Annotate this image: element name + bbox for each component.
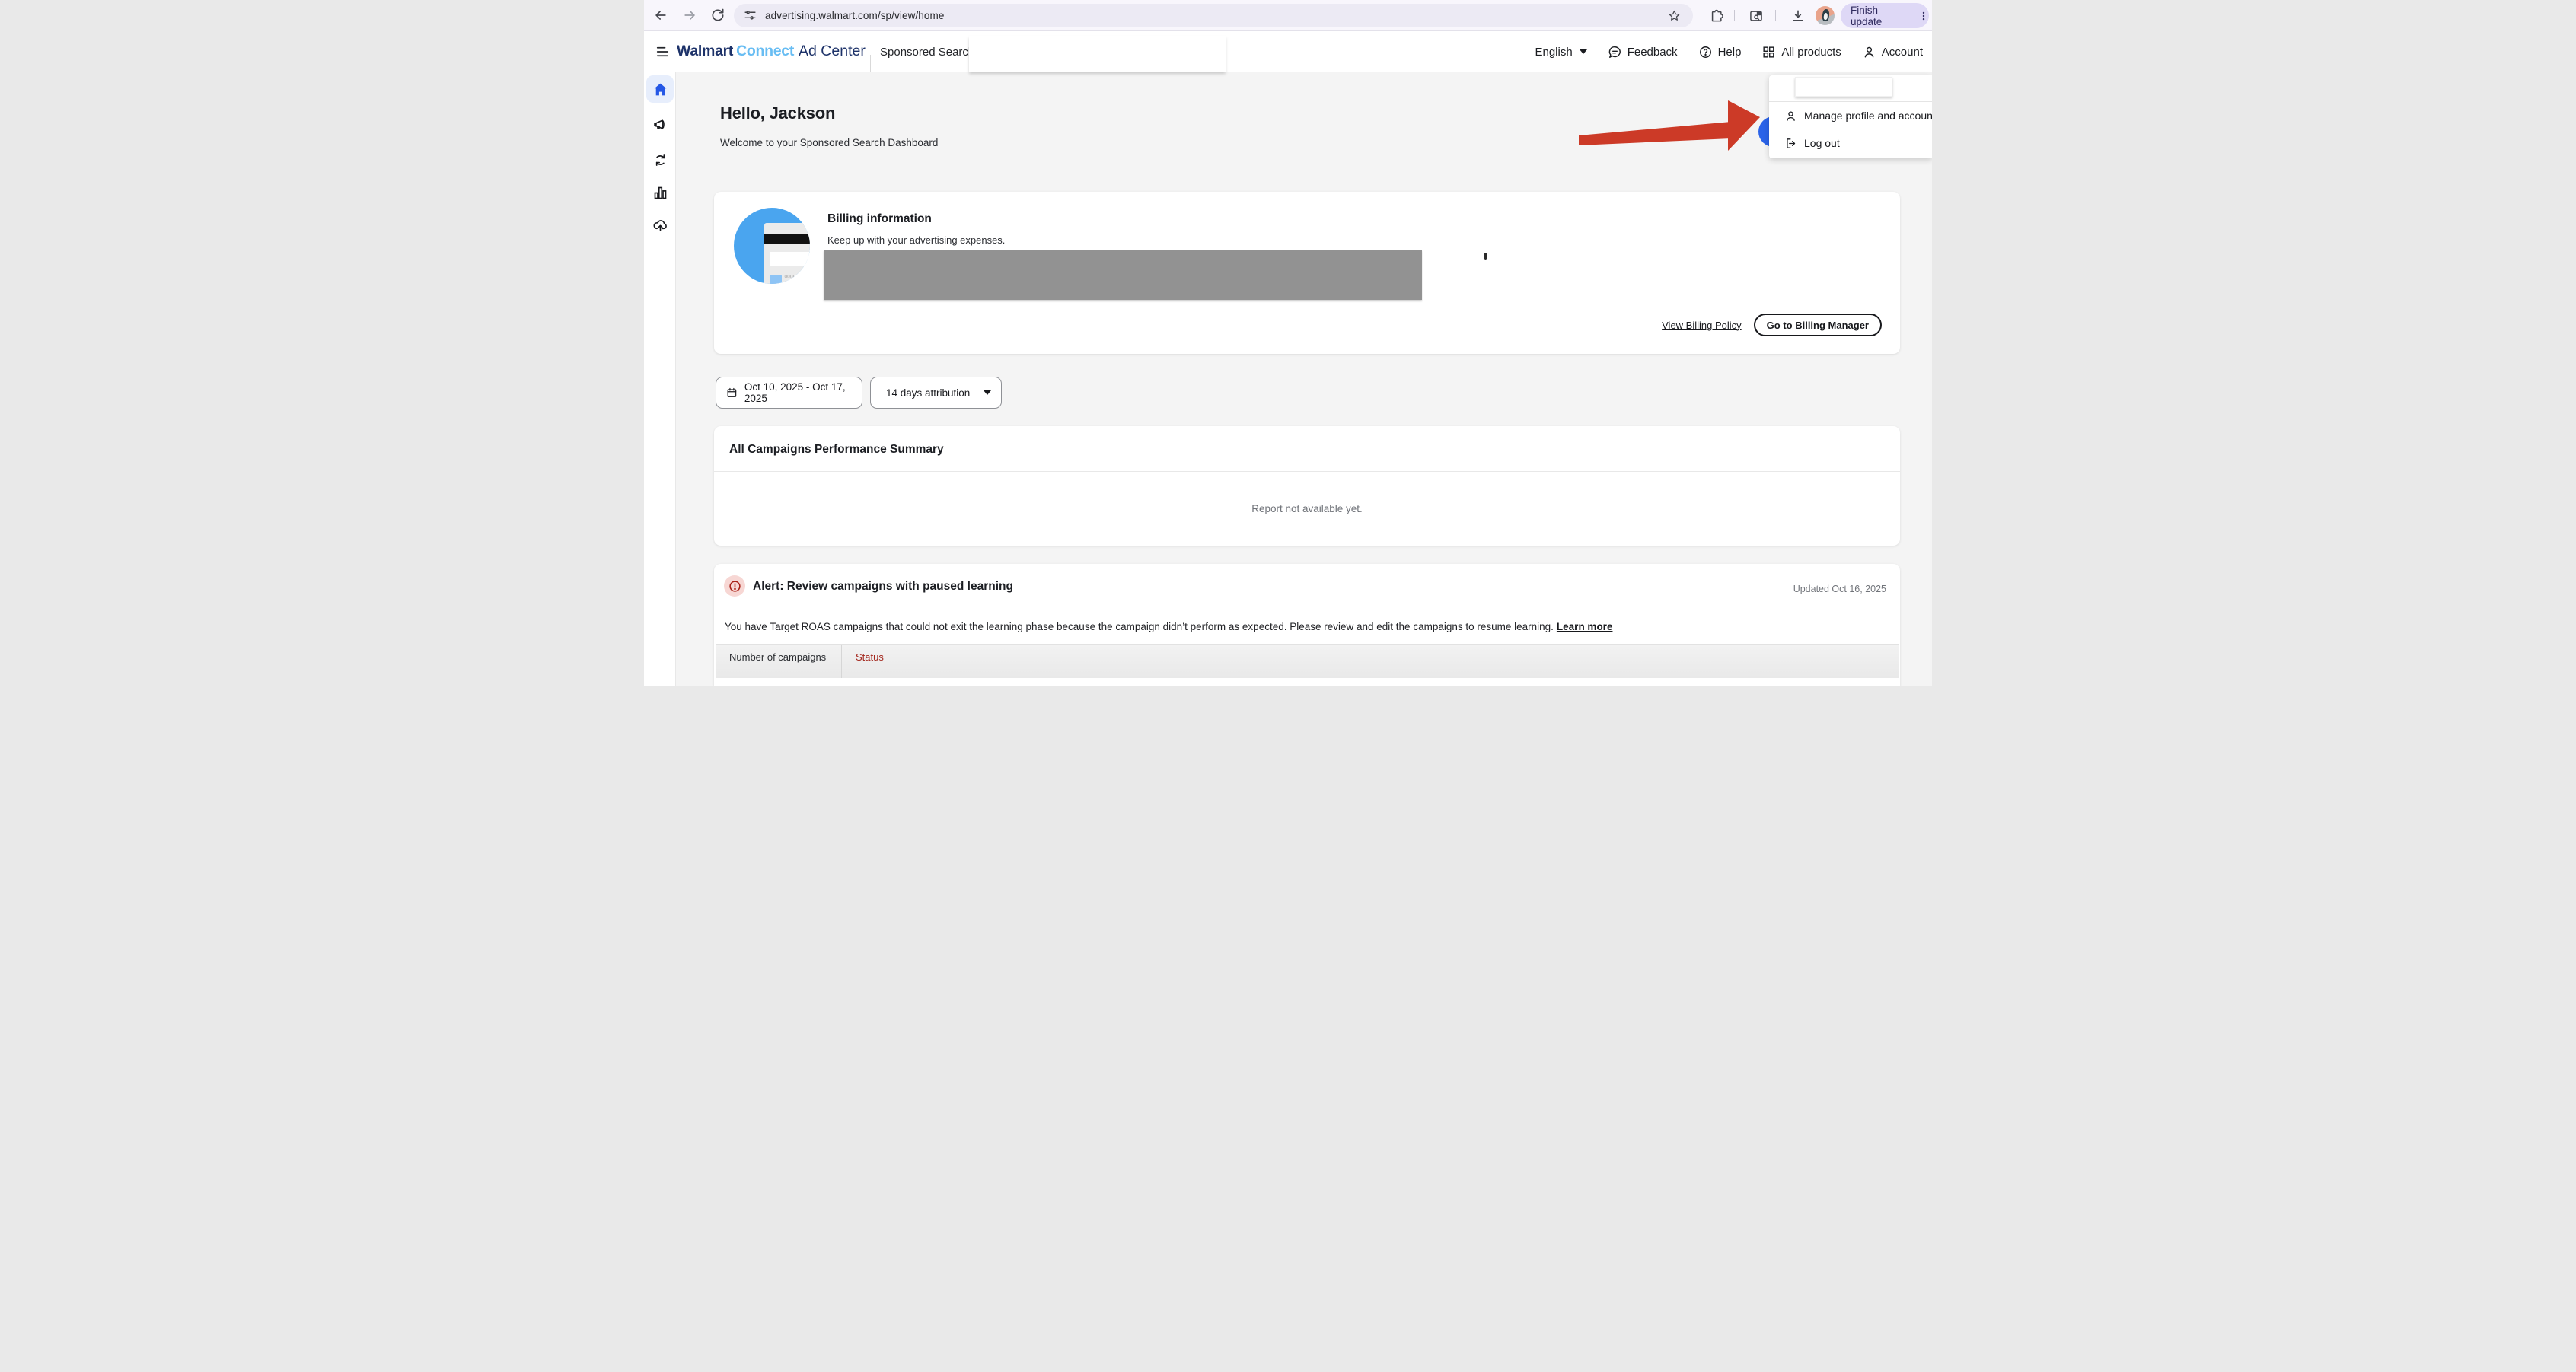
hamburger-menu-icon[interactable] (655, 45, 671, 59)
nav-help-label: Help (1718, 46, 1742, 59)
sidebar-item-reports[interactable] (646, 179, 674, 206)
billing-card: 12345 10000 Billing information Keep up … (714, 192, 1900, 354)
downloads-icon[interactable] (1790, 8, 1806, 24)
browser-forward-icon[interactable] (682, 8, 697, 23)
learn-more-link[interactable]: Learn more (1557, 621, 1613, 632)
language-label: English (1535, 46, 1572, 59)
sidebar-item-campaigns[interactable] (646, 110, 674, 138)
nav-account[interactable]: Account (1862, 45, 1923, 59)
menu-item-label: Manage profile and account (1804, 110, 1932, 122)
update-button-label: Finish update (1851, 5, 1912, 27)
chevron-down-icon (1580, 49, 1587, 54)
bookmark-star-icon[interactable] (1668, 9, 1681, 22)
calendar-icon (726, 387, 738, 399)
nav-feedback-label: Feedback (1628, 46, 1678, 59)
penguin-avatar-image (1822, 9, 1830, 22)
screenshot-stage: advertising.walmart.com/sp/view/home Fin… (644, 0, 1932, 686)
megaphone-icon (652, 116, 668, 132)
menu-item-log-out[interactable]: Log out (1769, 132, 1932, 154)
attribution-value: 14 days attribution (886, 387, 970, 399)
browser-toolbar: advertising.walmart.com/sp/view/home Fin… (644, 0, 1932, 31)
column-header-number-of-campaigns[interactable]: Number of campaigns (716, 645, 842, 678)
go-to-billing-manager-button[interactable]: Go to Billing Manager (1754, 314, 1882, 336)
left-sidebar (644, 72, 676, 686)
redacted-billing-details (824, 250, 1422, 300)
alert-table-header: Number of campaigns Status (716, 644, 1899, 678)
side-panel-search-icon[interactable] (1749, 8, 1764, 24)
date-range-value: Oct 10, 2025 - Oct 17, 2025 (744, 381, 862, 404)
logo-walmart: Walmart (677, 43, 733, 60)
date-range-picker[interactable]: Oct 10, 2025 - Oct 17, 2025 (716, 377, 862, 409)
billing-title: Billing information (827, 212, 932, 226)
alert-body-sentence: You have Target ROAS campaigns that coul… (725, 621, 1554, 632)
sidebar-item-uploads[interactable] (646, 211, 674, 238)
billing-subtitle: Keep up with your advertising expenses. (827, 234, 1005, 246)
report-empty-state: Report not available yet. (714, 471, 1900, 546)
site-settings-icon[interactable] (744, 9, 757, 22)
app-header: Walmart Connect Ad Center Sponsored Sear… (644, 31, 1932, 72)
help-circle-icon (1698, 45, 1713, 59)
alert-title: Alert: Review campaigns with paused lear… (753, 580, 1013, 594)
page-title: Hello, Jackson (720, 103, 835, 123)
billing-actions: View Billing Policy Go to Billing Manage… (1662, 314, 1882, 336)
page-subtitle: Welcome to your Sponsored Search Dashboa… (720, 137, 938, 148)
cloud-upload-icon (652, 217, 668, 233)
browser-profile-avatar[interactable] (1816, 6, 1835, 25)
nav-help[interactable]: Help (1698, 45, 1742, 59)
walmart-connect-logo[interactable]: Walmart Connect Ad Center (677, 43, 866, 60)
view-billing-policy-link[interactable]: View Billing Policy (1662, 320, 1742, 331)
browser-reload-icon[interactable] (710, 8, 725, 23)
menu-item-manage-profile[interactable]: Manage profile and account (1769, 104, 1932, 127)
menu-item-label: Log out (1804, 137, 1840, 149)
logo-connect: Connect (736, 43, 794, 60)
toolbar-divider (1775, 10, 1776, 21)
menu-divider (1769, 101, 1932, 102)
stray-mark (1484, 253, 1487, 260)
recycle-icon (652, 152, 668, 168)
logo-ad-center: Ad Center (799, 43, 866, 60)
toolbar-divider (1734, 10, 1735, 21)
grid-icon (1761, 45, 1776, 59)
performance-summary-card: All Campaigns Performance Summary Report… (714, 426, 1900, 546)
credit-card-graphic: 12345 10000 (764, 223, 810, 284)
advertiser-selector-flyout[interactable] (969, 36, 1226, 72)
alert-table-row (716, 678, 1899, 686)
home-icon (652, 81, 668, 97)
annotation-arrow (1574, 94, 1766, 155)
extensions-puzzle-icon[interactable] (1709, 8, 1724, 24)
person-icon (1784, 110, 1797, 123)
product-name: Sponsored Search (880, 46, 974, 59)
person-icon (1862, 45, 1876, 59)
header-nav: English Feedback Help All products Accou… (1535, 31, 1923, 72)
credit-card-illustration: 12345 10000 (734, 208, 810, 284)
performance-summary-title: All Campaigns Performance Summary (729, 443, 944, 457)
nav-all-products-label: All products (1781, 46, 1841, 59)
attribution-dropdown[interactable]: 14 days attribution (870, 377, 1002, 409)
bar-chart-icon (652, 185, 668, 201)
alert-icon-badge (724, 575, 745, 597)
alert-card: Alert: Review campaigns with paused lear… (714, 564, 1900, 686)
nav-feedback[interactable]: Feedback (1608, 45, 1678, 59)
sidebar-item-home[interactable] (646, 75, 674, 103)
logout-icon (1784, 137, 1797, 150)
address-bar[interactable]: advertising.walmart.com/sp/view/home (734, 4, 1693, 27)
feedback-bubble-icon (1608, 45, 1622, 59)
url-text[interactable]: advertising.walmart.com/sp/view/home (765, 10, 944, 21)
sidebar-item-automation[interactable] (646, 146, 674, 173)
chevron-down-icon (984, 390, 991, 395)
nav-account-label: Account (1882, 46, 1923, 59)
language-selector[interactable]: English (1535, 46, 1586, 59)
alert-exclamation-icon (728, 580, 741, 593)
nav-all-products[interactable]: All products (1761, 45, 1841, 59)
alert-body-text: You have Target ROAS campaigns that coul… (725, 621, 1612, 632)
redacted-account-name-box (1795, 77, 1892, 97)
browser-back-icon[interactable] (653, 8, 668, 23)
browser-update-button[interactable]: Finish update (1841, 3, 1929, 28)
alert-updated-timestamp: Updated Oct 16, 2025 (1793, 584, 1886, 594)
column-header-status[interactable]: Status (842, 645, 1899, 678)
header-divider (870, 55, 871, 72)
browser-menu-kebab-icon[interactable] (1918, 11, 1929, 21)
